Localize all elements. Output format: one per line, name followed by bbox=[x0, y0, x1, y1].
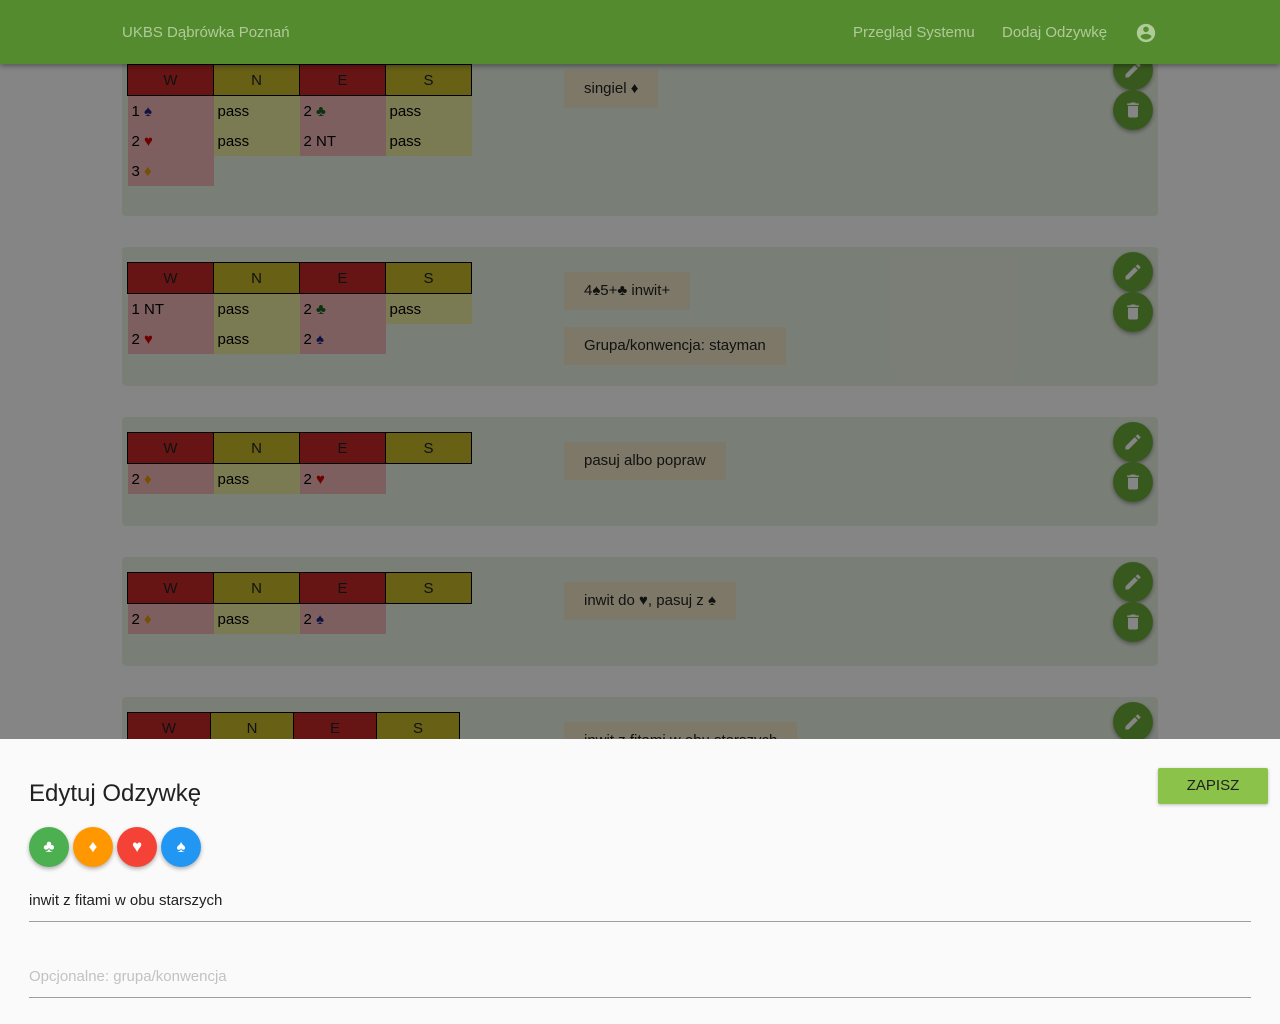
club-icon: ♣ bbox=[43, 837, 55, 856]
page: W N E S 1 ♠ pass 2 ♣ pass 2 ♥ pass 2 NT … bbox=[0, 0, 1280, 1024]
edit-bid-sheet: Edytuj Odzywkę ZAPISZ ♣ ♦ ♥ ♠ bbox=[0, 739, 1280, 1024]
diamond-button[interactable]: ♦ bbox=[73, 827, 113, 867]
spade-button[interactable]: ♠ bbox=[161, 827, 201, 867]
spade-icon: ♠ bbox=[176, 837, 186, 856]
header-dim bbox=[0, 0, 1280, 64]
heart-button[interactable]: ♥ bbox=[117, 827, 157, 867]
meaning-field[interactable] bbox=[29, 892, 1251, 922]
sheet-title: Edytuj Odzywkę bbox=[29, 780, 202, 807]
group-convention-field[interactable] bbox=[29, 968, 1251, 998]
modal-overlay[interactable] bbox=[0, 0, 1280, 739]
club-button[interactable]: ♣ bbox=[29, 827, 69, 867]
heart-icon: ♥ bbox=[131, 837, 143, 856]
save-button[interactable]: ZAPISZ bbox=[1158, 768, 1268, 804]
diamond-icon: ♦ bbox=[88, 837, 98, 856]
